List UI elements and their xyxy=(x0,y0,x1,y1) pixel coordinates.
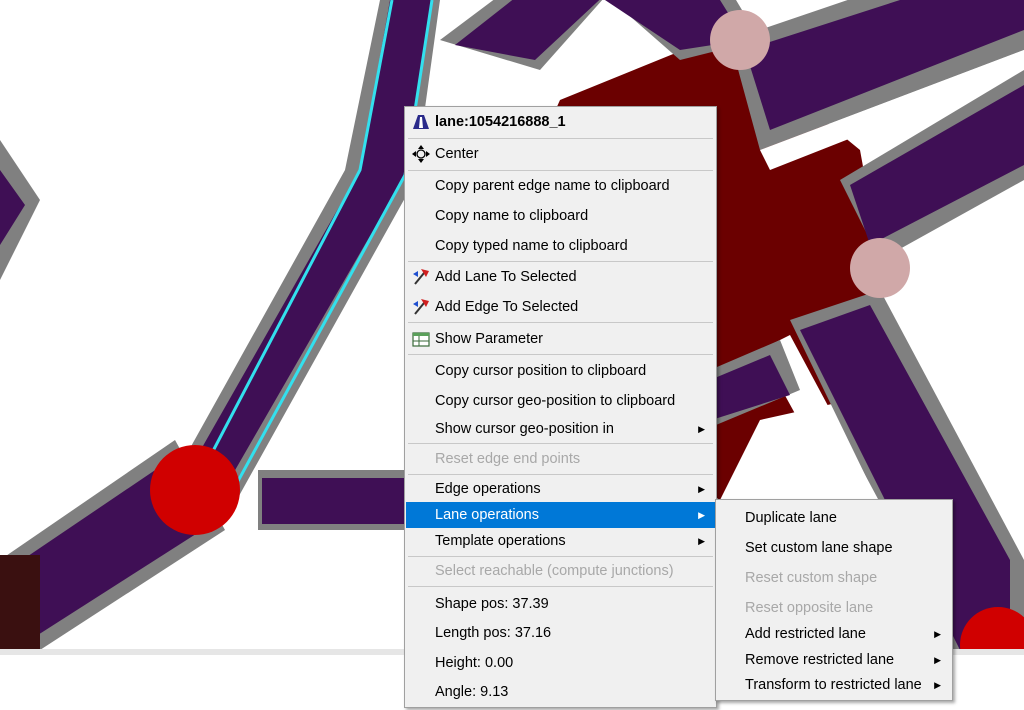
submenu-item-remove-restricted-lane[interactable]: Remove restricted lane ▶ xyxy=(717,647,951,673)
menu-item-label: Copy parent edge name to clipboard xyxy=(435,178,670,194)
lane-icon xyxy=(413,115,429,129)
menu-item-template-operations[interactable]: Template operations ▶ xyxy=(406,528,715,554)
submenu-item-add-restricted-lane[interactable]: Add restricted lane ▶ xyxy=(717,621,951,647)
menu-item-add-edge-to-selected[interactable]: Add Edge To Selected xyxy=(406,294,715,320)
menu-item-edge-operations[interactable]: Edge operations ▶ xyxy=(406,476,715,502)
lane-stub[interactable] xyxy=(258,470,408,530)
separator xyxy=(408,322,713,323)
menu-item-label: Set custom lane shape xyxy=(745,540,893,556)
separator xyxy=(408,354,713,355)
menu-item-label: Copy cursor geo-position to clipboard xyxy=(435,393,676,409)
lane-operations-submenu: Duplicate lane Set custom lane shape Res… xyxy=(715,499,953,701)
menu-item-label: Height: 0.00 xyxy=(435,655,514,671)
menu-item-label: Lane operations xyxy=(435,507,539,523)
submenu-item-transform-to-restricted-lane[interactable]: Transform to restricted lane ▶ xyxy=(717,672,951,698)
separator xyxy=(408,474,713,475)
submenu-item-reset-custom-shape: Reset custom shape xyxy=(717,565,951,591)
menu-item-label: Angle: 9.13 xyxy=(435,684,509,700)
menu-item-add-lane-to-selected[interactable]: Add Lane To Selected xyxy=(406,264,715,290)
submenu-arrow-icon: ▶ xyxy=(698,510,705,520)
menu-item-length-pos: Length pos: 37.16 xyxy=(406,620,715,646)
separator xyxy=(408,556,713,557)
menu-item-label: Show Parameter xyxy=(435,331,543,347)
menu-item-height: Height: 0.00 xyxy=(406,650,715,676)
submenu-item-reset-opposite-lane: Reset opposite lane xyxy=(717,595,951,621)
menu-item-label: Copy cursor position to clipboard xyxy=(435,363,647,379)
menu-item-copy-parent-edge-name[interactable]: Copy parent edge name to clipboard xyxy=(406,173,715,199)
menu-item-reset-edge-end-points: Reset edge end points xyxy=(406,446,715,472)
menu-item-copy-cursor-position[interactable]: Copy cursor position to clipboard xyxy=(406,358,715,384)
center-icon xyxy=(412,145,430,163)
menu-item-angle: Angle: 9.13 xyxy=(406,679,715,705)
menu-item-label: Edge operations xyxy=(435,481,541,497)
menu-item-label: Center xyxy=(435,146,479,162)
menu-title-lane: lane:1054216888_1 xyxy=(406,109,715,135)
menu-item-lane-operations[interactable]: Lane operations ▶ xyxy=(406,502,715,528)
menu-item-center[interactable]: Center xyxy=(406,141,715,167)
select-pin-icon xyxy=(413,269,429,285)
submenu-arrow-icon: ▶ xyxy=(934,629,941,639)
menu-item-label: Add Lane To Selected xyxy=(435,269,577,285)
select-pin-icon xyxy=(413,299,429,315)
submenu-arrow-icon: ▶ xyxy=(934,680,941,690)
lane-context-menu: lane:1054216888_1 Center Copy parent edg… xyxy=(404,106,717,708)
menu-item-label: Transform to restricted lane xyxy=(745,677,922,693)
submenu-arrow-icon: ▶ xyxy=(698,536,705,546)
menu-item-label: Copy typed name to clipboard xyxy=(435,238,628,254)
menu-item-copy-typed-name[interactable]: Copy typed name to clipboard xyxy=(406,233,715,259)
parameter-table-icon xyxy=(412,332,430,347)
menu-item-label: Duplicate lane xyxy=(745,510,837,526)
menu-item-label: Shape pos: 37.39 xyxy=(435,596,549,612)
menu-item-label: Add restricted lane xyxy=(745,626,866,642)
separator xyxy=(408,170,713,171)
menu-item-label: Show cursor geo-position in xyxy=(435,421,614,437)
menu-item-select-reachable: Select reachable (compute junctions) xyxy=(406,558,715,584)
submenu-arrow-icon: ▶ xyxy=(698,484,705,494)
menu-item-label: Select reachable (compute junctions) xyxy=(435,563,674,579)
separator xyxy=(408,586,713,587)
menu-item-label: Reset opposite lane xyxy=(745,600,874,616)
menu-item-copy-cursor-geo-position[interactable]: Copy cursor geo-position to clipboard xyxy=(406,388,715,414)
menu-item-copy-name[interactable]: Copy name to clipboard xyxy=(406,203,715,229)
menu-item-label: Reset custom shape xyxy=(745,570,878,586)
menu-item-label: Copy name to clipboard xyxy=(435,208,589,224)
separator xyxy=(408,261,713,262)
submenu-arrow-icon: ▶ xyxy=(698,424,705,434)
road-west[interactable] xyxy=(0,140,40,280)
menu-item-label: Length pos: 37.16 xyxy=(435,625,552,641)
menu-item-label: Add Edge To Selected xyxy=(435,299,579,315)
menu-item-show-parameter[interactable]: Show Parameter xyxy=(406,326,715,352)
menu-item-show-cursor-geo-position[interactable]: Show cursor geo-position in ▶ xyxy=(406,416,715,442)
separator xyxy=(408,138,713,139)
menu-item-label: Template operations xyxy=(435,533,566,549)
submenu-item-set-custom-lane-shape[interactable]: Set custom lane shape xyxy=(717,535,951,561)
submenu-item-duplicate-lane[interactable]: Duplicate lane xyxy=(717,505,951,531)
menu-item-shape-pos: Shape pos: 37.39 xyxy=(406,591,715,617)
submenu-arrow-icon: ▶ xyxy=(934,655,941,665)
road-southwest[interactable] xyxy=(0,440,240,650)
menu-title-label: lane:1054216888_1 xyxy=(435,114,566,130)
separator xyxy=(408,443,713,444)
menu-item-label: Reset edge end points xyxy=(435,451,581,467)
menu-item-label: Remove restricted lane xyxy=(745,652,895,668)
